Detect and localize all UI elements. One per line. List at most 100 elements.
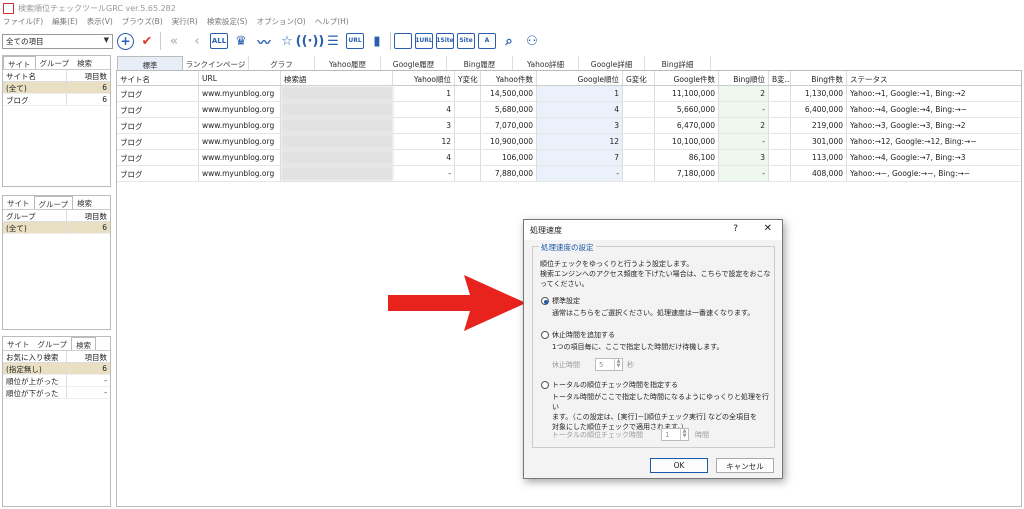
menu-view[interactable]: 表示(V): [87, 16, 113, 29]
column-header[interactable]: グループ: [3, 210, 67, 221]
radio-add-pause[interactable]: [541, 331, 549, 339]
menu-search-settings[interactable]: 検索設定(S): [207, 16, 248, 29]
table-row[interactable]: ブログ www.myunblog.org 4 5,680,000 4 5,660,000-…: [117, 102, 1021, 118]
column-header[interactable]: B変...: [769, 71, 791, 85]
column-header[interactable]: サイト名: [3, 70, 67, 81]
radio-total-time[interactable]: [541, 381, 549, 389]
tab-site[interactable]: サイト: [3, 196, 34, 209]
menu-edit[interactable]: 編集(E): [52, 16, 78, 29]
column-header[interactable]: 項目数: [67, 351, 110, 362]
pause-time-stepper[interactable]: 5 ▲ ▼: [595, 358, 623, 371]
column-header[interactable]: Bing件数: [791, 71, 847, 85]
menu-file[interactable]: ファイル(F): [3, 16, 43, 29]
cancel-button[interactable]: キャンセル: [716, 458, 774, 473]
tab-search[interactable]: 検索: [73, 196, 96, 209]
tab-site[interactable]: サイト: [3, 56, 36, 69]
column-header[interactable]: Google順位: [537, 71, 623, 85]
table-row[interactable]: ブログ www.myunblog.org 12 10,900,000 12 10,100,…: [117, 134, 1021, 150]
column-header[interactable]: サイト名: [117, 71, 199, 85]
table-row[interactable]: ブログ www.myunblog.org 1 14,500,000 1 11,100,00…: [117, 86, 1021, 102]
list-item[interactable]: (全て) 6: [3, 222, 110, 234]
column-header[interactable]: Yahoo件数: [481, 71, 537, 85]
table-cell: 5,680,000: [481, 102, 537, 117]
tab-google-detail[interactable]: Google詳細: [579, 56, 645, 70]
ab-icon[interactable]: A: [478, 33, 496, 49]
ok-button[interactable]: OK: [650, 458, 708, 473]
crown-icon[interactable]: ♛: [231, 31, 251, 51]
stepper-arrows-icon[interactable]: ▲ ▼: [614, 359, 622, 370]
table-cell: [623, 166, 655, 181]
table-cell: 4: [393, 102, 455, 117]
tab-yahoo-history[interactable]: Yahoo履歴: [315, 56, 381, 70]
list-item[interactable]: 順位が下がった -: [3, 387, 110, 399]
radio-standard[interactable]: [541, 297, 549, 305]
total-time-stepper[interactable]: 1 ▲ ▼: [661, 428, 689, 441]
table-cell: 1: [537, 86, 623, 101]
keyword-cell-redacted: [281, 86, 393, 101]
star-icon[interactable]: ☆: [277, 31, 297, 51]
table-row[interactable]: ブログ www.myunblog.org 4 106,000 7 86,100 3 113,0…: [117, 150, 1021, 166]
option-standard-label[interactable]: 標準設定: [552, 296, 580, 306]
all-icon[interactable]: ALL: [210, 33, 228, 49]
one-site-icon[interactable]: 1Site: [436, 33, 454, 49]
option-pause-label[interactable]: 休止時間を追加する: [552, 330, 615, 340]
lock-icon[interactable]: ▮: [367, 31, 387, 51]
keyword-cell-redacted: [281, 166, 393, 181]
table-cell: www.myunblog.org: [199, 150, 281, 165]
stepper-arrows-icon[interactable]: ▲ ▼: [680, 429, 688, 440]
trend-line-icon[interactable]: 〰: [254, 31, 274, 51]
url-icon[interactable]: URL: [346, 33, 364, 49]
tab-search[interactable]: 検索: [73, 56, 96, 69]
column-header[interactable]: Google件数: [655, 71, 719, 85]
close-button[interactable]: ✕: [764, 223, 772, 234]
option-total-label[interactable]: トータルの順位チェック時間を指定する: [552, 380, 678, 390]
menu-options[interactable]: オプション(O): [256, 16, 305, 29]
table-row[interactable]: ブログ www.myunblog.org -7,880,000-7,180,000-…: [117, 166, 1021, 182]
tab-search[interactable]: 検索: [71, 337, 97, 350]
list-item[interactable]: (指定無し) 6: [3, 363, 110, 375]
tab-google-history[interactable]: Google履歴: [381, 56, 447, 70]
tab-bing-history[interactable]: Bing履歴: [447, 56, 513, 70]
column-header[interactable]: URL: [199, 71, 281, 85]
site-icon[interactable]: Site: [457, 33, 475, 49]
column-header[interactable]: 項目数: [67, 70, 110, 81]
column-header[interactable]: Y変化: [455, 71, 481, 85]
tab-standard[interactable]: 標準: [117, 56, 183, 70]
tab-bing-detail[interactable]: Bing詳細: [645, 56, 711, 70]
column-header[interactable]: 項目数: [67, 210, 110, 221]
filter-select[interactable]: 全ての項目 ▼: [2, 34, 113, 49]
tab-group[interactable]: グループ: [34, 337, 72, 350]
tab-rank-in-page[interactable]: ランクインページ: [183, 56, 249, 70]
add-icon[interactable]: +: [117, 32, 134, 50]
list-item[interactable]: (全て) 6: [3, 82, 110, 94]
signal-icon[interactable]: ((·)): [296, 31, 325, 51]
list-item[interactable]: 順位が上がった -: [3, 375, 110, 387]
column-header[interactable]: お気に入り検索: [3, 351, 67, 362]
column-header[interactable]: Bing順位: [719, 71, 769, 85]
menu-help[interactable]: ヘルプ(H): [315, 16, 349, 29]
column-header[interactable]: G変化: [623, 71, 655, 85]
one-url-icon[interactable]: 1URL: [415, 33, 433, 49]
first-page-icon[interactable]: «: [164, 31, 184, 51]
help-button[interactable]: ?: [733, 224, 738, 234]
table-cell: 12: [393, 134, 455, 149]
menu-browse[interactable]: ブラウズ(B): [122, 16, 163, 29]
menu-run[interactable]: 実行(R): [172, 16, 198, 29]
column-header[interactable]: 検索語: [281, 71, 393, 85]
item-count: 6: [102, 83, 107, 92]
list-item[interactable]: ブログ 6: [3, 94, 110, 106]
tab-yahoo-detail[interactable]: Yahoo詳細: [513, 56, 579, 70]
search-icon[interactable]: ⌕: [499, 31, 519, 51]
tab-graph[interactable]: グラフ: [249, 56, 315, 70]
column-header[interactable]: ステータス: [847, 71, 1021, 85]
window-icon[interactable]: [394, 33, 412, 49]
tab-site[interactable]: サイト: [3, 337, 34, 350]
tab-group[interactable]: グループ: [33, 196, 74, 209]
column-header[interactable]: Yahoo順位: [393, 71, 455, 85]
check-icon[interactable]: ✔: [137, 31, 157, 51]
list-icon[interactable]: ☰: [323, 31, 343, 51]
prev-icon[interactable]: ‹: [187, 31, 207, 51]
network-icon[interactable]: ⚇: [522, 31, 542, 51]
table-row[interactable]: ブログ www.myunblog.org 3 7,070,000 3 6,470,000 2…: [117, 118, 1021, 134]
tab-group[interactable]: グループ: [36, 56, 74, 69]
